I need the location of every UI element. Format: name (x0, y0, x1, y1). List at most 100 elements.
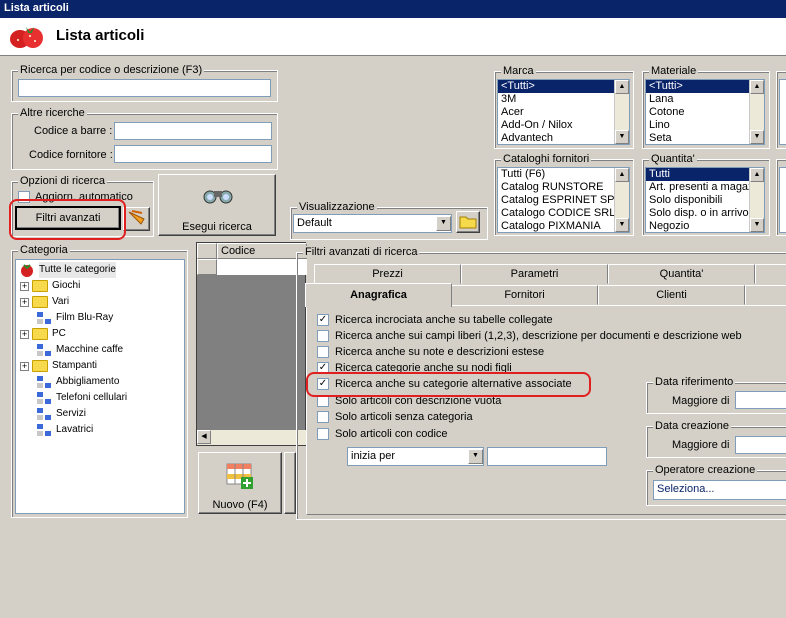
tab-more-2[interactable] (745, 285, 786, 305)
tree-item-pc[interactable]: + PC (20, 326, 66, 342)
barcode-input[interactable] (114, 122, 272, 140)
expand-icon[interactable]: + (20, 281, 29, 291)
list-item[interactable]: Seta (646, 132, 764, 144)
list-item[interactable]: Catalog RUNSTORE (498, 181, 629, 194)
list-item[interactable]: Catalogo CODICE SRL (498, 207, 629, 220)
quantita-legend: Quantita' (649, 153, 697, 165)
list-item[interactable]: Acer (498, 106, 629, 119)
grid-header-codice[interactable]: Codice (217, 243, 307, 259)
tree-root[interactable]: Tutte le categorie (19, 262, 116, 278)
scrollbar[interactable]: ▲ ▼ (749, 80, 764, 144)
tree-item-label: Film Blu-Ray (56, 312, 114, 323)
option-checkbox-0[interactable]: ✓ (317, 314, 329, 326)
operatore-legend: Operatore creazione (653, 464, 758, 476)
scroll-down-icon[interactable]: ▼ (750, 130, 764, 144)
list-item[interactable]: <Tutti> (498, 80, 629, 93)
tab-parametri[interactable]: Parametri (461, 264, 608, 284)
tree-item-label: Giochi (52, 280, 81, 291)
operatore-select[interactable]: Seleziona... (653, 480, 786, 500)
option-checkbox-7[interactable] (317, 428, 329, 440)
tree-item-servizi[interactable]: Servizi (36, 406, 86, 422)
scroll-left-icon[interactable]: ◀ (197, 430, 211, 444)
grid-row-header (197, 259, 217, 275)
chevron-down-icon[interactable]: ▼ (468, 449, 483, 464)
scroll-up-icon[interactable]: ▲ (615, 80, 629, 94)
match-value-input[interactable] (487, 447, 607, 466)
tree-item-giochi[interactable]: + Giochi (20, 278, 80, 294)
nuovo-button[interactable]: Nuovo (F4) (198, 452, 282, 514)
list-item[interactable]: Negozio (646, 220, 764, 232)
list-item[interactable]: Catalogo PIXMANIA (498, 220, 629, 232)
option-checkbox-1[interactable] (317, 330, 329, 342)
expand-icon[interactable]: + (20, 329, 29, 339)
tree-item-macchine[interactable]: Macchine caffe (36, 342, 123, 358)
chevron-down-icon[interactable]: ▼ (436, 216, 451, 231)
scroll-up-icon[interactable]: ▲ (750, 168, 764, 182)
open-folder-button[interactable] (456, 211, 480, 233)
barcode-label: Codice a barre : (34, 125, 113, 137)
list-item[interactable]: Tutti (F6) (498, 168, 629, 181)
list-item[interactable]: Lana (646, 93, 764, 106)
search-input[interactable] (18, 79, 271, 97)
articles-grid[interactable]: Codice ◀ (196, 242, 307, 446)
partial-listbox-right-2[interactable] (779, 167, 786, 233)
tree-item-stampanti[interactable]: + Stampanti (20, 358, 97, 374)
list-item[interactable]: Catalog ESPRINET SP (498, 194, 629, 207)
partial-listbox-right[interactable] (779, 79, 786, 145)
list-item[interactable]: Cotone (646, 106, 764, 119)
list-item[interactable]: 3M (498, 93, 629, 106)
list-item[interactable]: Solo disponibili (646, 194, 764, 207)
scroll-up-icon[interactable]: ▲ (615, 168, 629, 182)
list-item[interactable]: <Tutti> (646, 80, 764, 93)
list-item[interactable]: Art. presenti a magaz (646, 181, 764, 194)
option-checkbox-6[interactable] (317, 411, 329, 423)
filtri-arrow-button[interactable] (123, 207, 150, 231)
option-checkbox-2[interactable] (317, 346, 329, 358)
header-banner: Lista articoli (0, 18, 786, 56)
horizontal-scrollbar[interactable]: ◀ (197, 430, 307, 445)
option-label: Ricerca incrociata anche su tabelle coll… (335, 314, 553, 326)
tree-item-telefoni[interactable]: Telefoni cellulari (36, 390, 127, 406)
tree-item-vari[interactable]: + Vari (20, 294, 69, 310)
categoria-tree[interactable]: Tutte le categorie + Giochi + Vari Film Bl… (15, 259, 185, 514)
data-creazione-input[interactable] (735, 436, 786, 454)
tree-item-label: Lavatrici (56, 424, 94, 435)
new-grid-icon (226, 463, 253, 489)
tree-item-lavatrici[interactable]: Lavatrici (36, 422, 93, 438)
data-riferimento-input[interactable] (735, 391, 786, 409)
list-item[interactable]: Lino (646, 119, 764, 132)
tab-prezzi[interactable]: Prezzi (314, 264, 461, 284)
materiale-listbox[interactable]: <Tutti> Lana Cotone Lino Seta ▲ ▼ (645, 79, 765, 145)
tab-more[interactable] (755, 264, 786, 284)
tab-quantita[interactable]: Quantita' (608, 264, 755, 284)
list-item[interactable]: Advantech (498, 132, 629, 144)
scroll-down-icon[interactable]: ▼ (615, 218, 629, 232)
tab-anagrafica[interactable]: Anagrafica (305, 283, 452, 307)
cataloghi-listbox[interactable]: Tutti (F6) Catalog RUNSTORE Catalog ESPR… (497, 167, 630, 233)
grid-row[interactable] (217, 259, 307, 275)
list-item[interactable]: Solo disp. o in arrivo (646, 207, 764, 220)
tab-clienti[interactable]: Clienti (598, 285, 745, 305)
expand-icon[interactable]: + (20, 297, 29, 307)
visualizzazione-select[interactable]: Default ▼ (293, 214, 452, 233)
scrollbar[interactable]: ▲ ▼ (614, 168, 629, 232)
scroll-up-icon[interactable]: ▲ (750, 80, 764, 94)
scrollbar[interactable]: ▲ ▼ (749, 168, 764, 232)
list-item[interactable]: Add-On / Nilox (498, 119, 629, 132)
match-mode-select[interactable]: inizia per ▼ (347, 447, 484, 466)
expand-icon[interactable]: + (20, 361, 29, 371)
esegui-ricerca-button[interactable]: Esegui ricerca (158, 174, 276, 236)
list-item[interactable]: Tutti (646, 168, 764, 181)
tab-fornitori[interactable]: Fornitori (451, 285, 598, 305)
quantita-listbox[interactable]: Tutti Art. presenti a magaz Solo disponi… (645, 167, 765, 233)
next-action-button[interactable] (284, 452, 296, 514)
supplier-code-input[interactable] (114, 145, 272, 163)
scroll-down-icon[interactable]: ▼ (615, 130, 629, 144)
folder-icon (32, 280, 48, 292)
tree-item-abbigliamento[interactable]: Abbigliamento (36, 374, 119, 390)
marca-listbox[interactable]: <Tutti> 3M Acer Add-On / Nilox Advantech… (497, 79, 630, 145)
network-icon (36, 375, 52, 389)
scrollbar[interactable]: ▲ ▼ (614, 80, 629, 144)
tree-item-film[interactable]: Film Blu-Ray (36, 310, 113, 326)
scroll-down-icon[interactable]: ▼ (750, 218, 764, 232)
